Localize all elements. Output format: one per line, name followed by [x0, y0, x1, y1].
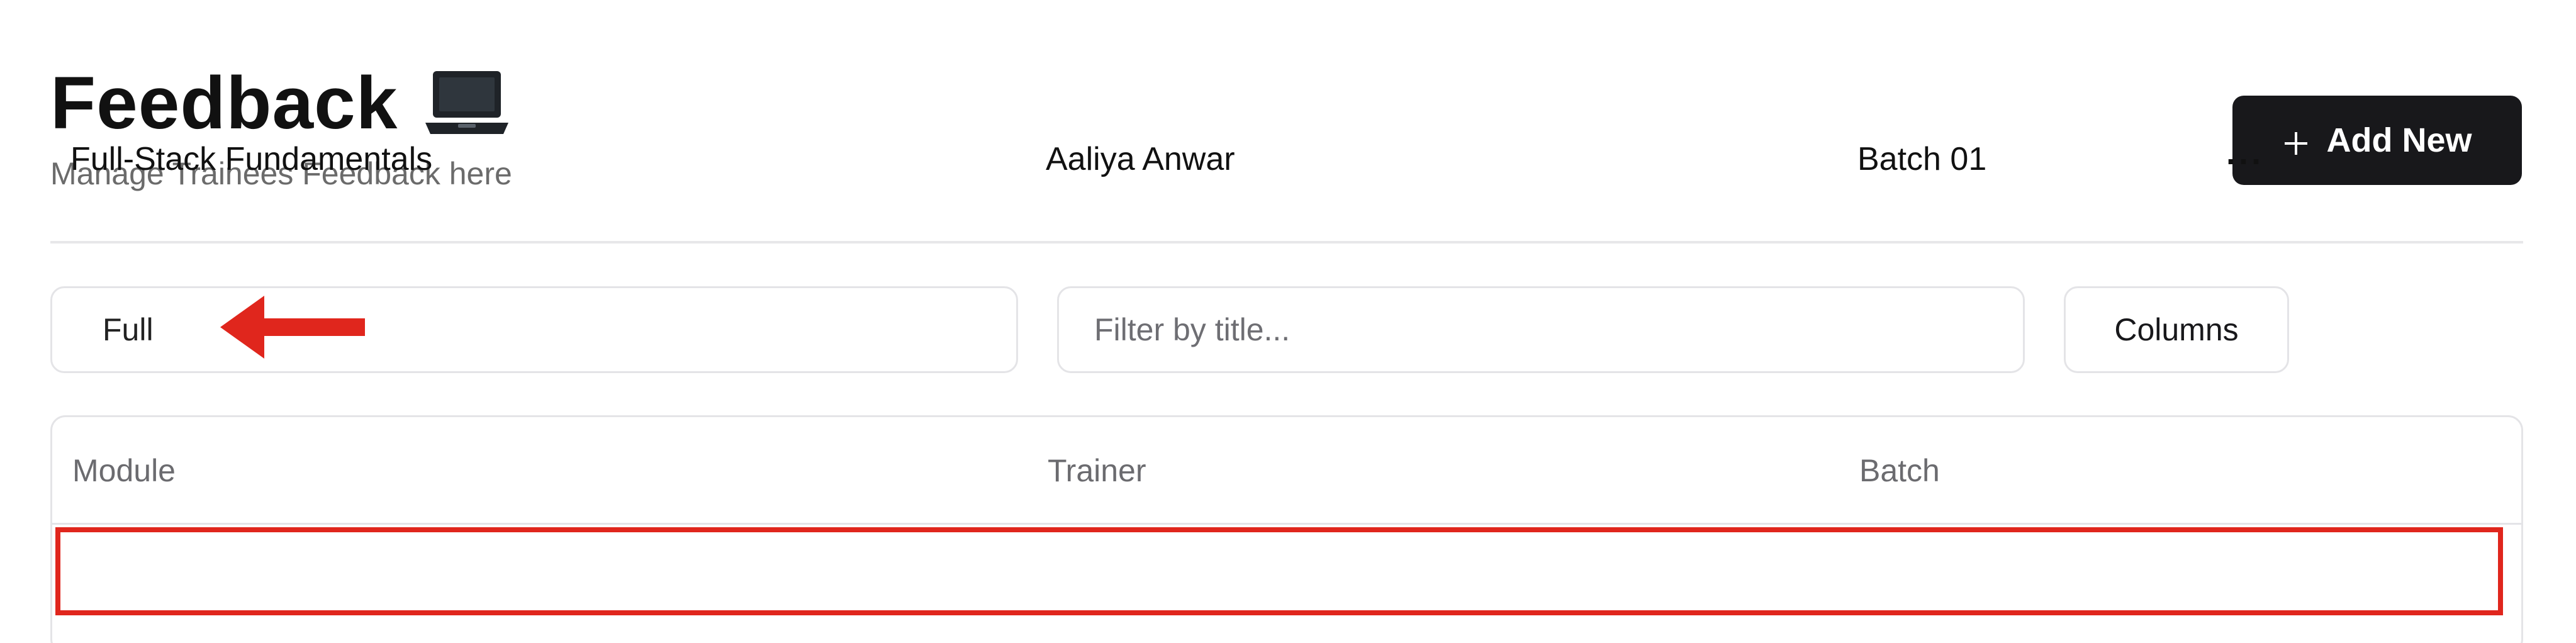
title-filter-input[interactable] — [1094, 311, 2023, 348]
table-header-row: Module Trainer Batch — [52, 417, 2521, 525]
column-header-trainer[interactable]: Trainer — [1048, 452, 1146, 489]
plus-icon — [2282, 126, 2310, 155]
cell-batch: Batch 01 — [1857, 141, 1987, 177]
cell-module: Full-Stack Fundamentals — [70, 141, 433, 177]
module-filter-input-wrapper[interactable] — [50, 286, 1018, 373]
feedback-page: Feedback Manage Trainees Feedback here A… — [0, 0, 2576, 643]
columns-button[interactable]: Columns — [2064, 286, 2289, 373]
annotation-arrow — [220, 296, 365, 359]
add-new-label: Add New — [2326, 121, 2472, 159]
title-filter-input-wrapper[interactable] — [1057, 286, 2025, 373]
annotation-highlight-box — [55, 527, 2503, 615]
page-title: Feedback — [50, 66, 511, 140]
page-title-text: Feedback — [50, 62, 398, 145]
column-header-batch[interactable]: Batch — [1859, 452, 1940, 489]
header-divider — [50, 241, 2523, 243]
laptop-icon — [423, 69, 511, 138]
row-actions-menu-icon[interactable]: ··· — [2226, 142, 2264, 181]
column-header-module[interactable]: Module — [72, 452, 176, 489]
cell-trainer: Aaliya Anwar — [1046, 141, 1235, 177]
add-new-button[interactable]: Add New — [2232, 96, 2522, 185]
